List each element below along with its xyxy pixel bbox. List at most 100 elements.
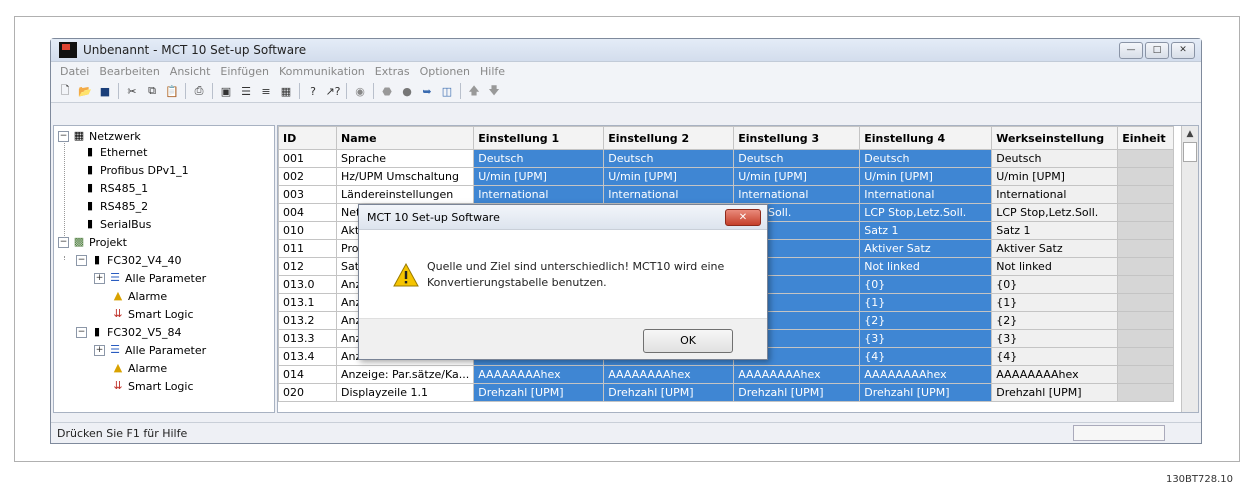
table-row[interactable]: 001 Sprache Deutsch Deutsch Deutsch Deutsch De… [278, 149, 1175, 168]
cut-icon[interactable]: ✂ [124, 83, 140, 99]
table-cell[interactable]: 002 [278, 167, 337, 186]
read-icon[interactable]: ◫ [439, 83, 455, 99]
collapse-toggle[interactable]: − [58, 236, 69, 248]
table-cell[interactable]: {3} [859, 329, 993, 348]
column-header[interactable]: Einheit [1117, 126, 1175, 150]
tree-node-drive1-logic[interactable]: ⇊ Smart Logic [112, 306, 193, 322]
tree-node-network[interactable]: − ▦ Netzwerk [58, 128, 141, 144]
table-cell[interactable]: {1} [859, 293, 993, 312]
table-cell[interactable]: {0} [859, 275, 993, 294]
network-icon[interactable]: ◉ [352, 83, 368, 99]
table-cell[interactable]: 012 [278, 257, 337, 276]
table-cell[interactable]: International [473, 185, 605, 204]
small-icons-icon[interactable]: ▣ [218, 83, 234, 99]
table-cell[interactable] [1117, 293, 1175, 312]
table-cell[interactable] [1117, 257, 1175, 276]
tree-node-drive1[interactable]: − ▮ FC302_V4_40 [76, 252, 182, 268]
column-header[interactable]: Einstellung 3 [733, 126, 861, 150]
table-cell[interactable]: International [733, 185, 861, 204]
table-cell[interactable]: Ländereinstellungen [335, 185, 475, 204]
details-icon[interactable]: ≡ [258, 83, 274, 99]
context-help-icon[interactable]: ↗? [325, 83, 341, 99]
table-cell[interactable]: AAAAAAAAhex [603, 365, 735, 384]
expand-toggle[interactable]: + [94, 272, 105, 284]
table-cell[interactable]: {4} [859, 347, 993, 366]
column-header[interactable]: ID [278, 126, 337, 150]
table-cell[interactable]: Aktiver Satz [859, 239, 993, 258]
table-cell[interactable] [1117, 149, 1175, 168]
table-cell[interactable]: {1} [991, 293, 1119, 312]
grid-icon[interactable]: ▦ [278, 83, 294, 99]
tree-node-drive2-logic[interactable]: ⇊ Smart Logic [112, 378, 193, 394]
minimize-button[interactable]: — [1119, 42, 1143, 59]
tree-node-serialbus[interactable]: ▮ SerialBus [84, 216, 151, 232]
table-cell[interactable]: 013.4 [278, 347, 337, 366]
table-cell[interactable]: 003 [278, 185, 337, 204]
ok-button[interactable]: OK [643, 329, 733, 353]
tree-node-drive2-alarms[interactable]: ▲ Alarme [112, 360, 167, 376]
copy-icon[interactable]: ⧉ [144, 83, 160, 99]
table-cell[interactable]: 013.3 [278, 329, 337, 348]
table-cell[interactable]: Deutsch [859, 149, 993, 168]
table-cell[interactable]: International [859, 185, 993, 204]
table-cell[interactable]: AAAAAAAAhex [859, 365, 993, 384]
table-cell[interactable] [1117, 329, 1175, 348]
table-cell[interactable]: Hz/UPM Umschaltung [335, 167, 475, 186]
collapse-toggle[interactable]: − [76, 326, 87, 338]
table-cell[interactable] [1117, 221, 1175, 240]
table-row[interactable]: 020 Displayzeile 1.1 Drehzahl [UPM] Drehzah… [278, 383, 1175, 402]
table-cell[interactable]: 014 [278, 365, 337, 384]
table-cell[interactable]: {3} [991, 329, 1119, 348]
collapse-toggle[interactable]: − [76, 254, 87, 266]
scroll-thumb[interactable] [1183, 142, 1197, 162]
table-cell[interactable]: 004 [278, 203, 337, 222]
table-cell[interactable]: Drehzahl [UPM] [733, 383, 861, 402]
table-cell[interactable] [1117, 347, 1175, 366]
table-cell[interactable] [1117, 167, 1175, 186]
table-cell[interactable] [1117, 185, 1175, 204]
table-cell[interactable]: Deutsch [473, 149, 605, 168]
table-row[interactable]: 002 Hz/UPM Umschaltung U/min [UPM] U/min [U… [278, 167, 1175, 186]
menu-einfuegen[interactable]: Einfügen [215, 65, 274, 78]
column-header[interactable]: Name [335, 126, 475, 150]
table-cell[interactable] [1117, 203, 1175, 222]
print-icon[interactable]: ⎙ [191, 83, 207, 99]
table-cell[interactable] [1117, 239, 1175, 258]
table-cell[interactable]: Drehzahl [UPM] [473, 383, 605, 402]
table-cell[interactable]: International [991, 185, 1119, 204]
table-row[interactable]: 014 Anzeige: Par.sätze/Ka... AAAAAAAAhex AA… [278, 365, 1175, 384]
table-cell[interactable]: Not linked [859, 257, 993, 276]
collapse-toggle[interactable]: − [58, 130, 69, 142]
tree-node-drive1-alarms[interactable]: ▲ Alarme [112, 288, 167, 304]
list-icon[interactable]: ☰ [238, 83, 254, 99]
table-cell[interactable]: {0} [991, 275, 1119, 294]
menu-optionen[interactable]: Optionen [415, 65, 475, 78]
table-cell[interactable]: 013.2 [278, 311, 337, 330]
dialog-close-button[interactable]: ✕ [725, 209, 761, 226]
table-cell[interactable]: 011 [278, 239, 337, 258]
record-icon[interactable]: ● [399, 83, 415, 99]
open-icon[interactable]: 📂 [77, 83, 93, 99]
table-cell[interactable]: U/min [UPM] [733, 167, 861, 186]
column-header[interactable]: Einstellung 4 [859, 126, 993, 150]
table-cell[interactable] [1117, 365, 1175, 384]
column-header[interactable]: Einstellung 2 [603, 126, 735, 150]
table-cell[interactable]: U/min [UPM] [603, 167, 735, 186]
table-cell[interactable]: Drehzahl [UPM] [603, 383, 735, 402]
tree-node-drive2-params[interactable]: + ☰ Alle Parameter [94, 342, 206, 358]
table-cell[interactable] [1117, 383, 1175, 402]
table-cell[interactable]: Satz 1 [991, 221, 1119, 240]
scroll-up-icon[interactable]: ▲ [1182, 126, 1198, 142]
table-cell[interactable]: Sprache [335, 149, 475, 168]
table-cell[interactable]: Deutsch [733, 149, 861, 168]
table-cell[interactable]: U/min [UPM] [473, 167, 605, 186]
menu-bearbeiten[interactable]: Bearbeiten [94, 65, 164, 78]
table-cell[interactable]: Aktiver Satz [991, 239, 1119, 258]
table-cell[interactable]: Deutsch [603, 149, 735, 168]
table-cell[interactable]: Displayzeile 1.1 [335, 383, 475, 402]
tree-node-drive2[interactable]: − ▮ FC302_V5_84 [76, 324, 182, 340]
table-cell[interactable]: Drehzahl [UPM] [859, 383, 993, 402]
table-cell[interactable]: Satz 1 [859, 221, 993, 240]
table-cell[interactable]: 001 [278, 149, 337, 168]
expand-toggle[interactable]: + [94, 344, 105, 356]
